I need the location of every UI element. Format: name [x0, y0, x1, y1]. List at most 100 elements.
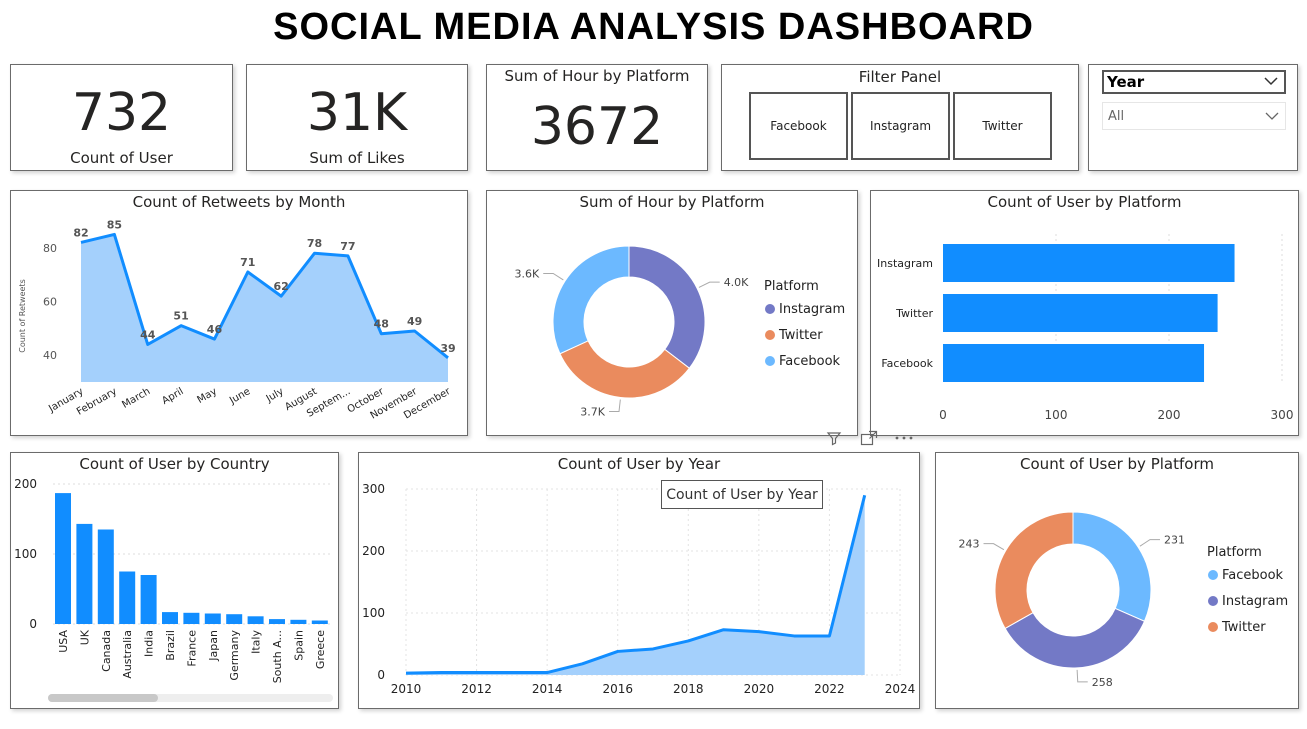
data-label: 62 — [274, 280, 289, 293]
pie-slice-facebook — [552, 245, 630, 355]
x-tick-label: France — [185, 630, 198, 667]
x-tick-label: South A... — [271, 630, 284, 683]
kpi-hours-label: Sum of Hour by Platform — [504, 67, 690, 85]
filter-button-facebook[interactable]: Facebook — [749, 92, 848, 160]
chevron-down-icon — [1265, 112, 1279, 120]
tooltip: Count of User by Year — [661, 480, 823, 509]
filter-button-instagram[interactable]: Instagram — [851, 92, 950, 160]
users-by-country-chart: 0 100 200 USA UK Canada Australia India Brazil Fr… — [14, 477, 333, 702]
legend-marker-twitter — [765, 330, 775, 340]
y-tick-label: 100 — [14, 547, 37, 561]
kpi-likes-label: Sum of Likes — [309, 149, 405, 167]
kpi-card-users[interactable]: 732 Count of User — [10, 64, 233, 171]
x-tick-label: India — [143, 630, 156, 657]
y-tick-label: 0 — [377, 668, 385, 682]
kpi-card-hours[interactable]: Sum of Hour by Platform 3672 — [486, 64, 708, 171]
y-tick-label: 40 — [43, 349, 57, 362]
y-tick-label: 80 — [43, 242, 57, 255]
y-tick-label: Facebook — [881, 357, 933, 370]
pie-slice-facebook — [1072, 511, 1152, 622]
x-tick-label: June — [227, 386, 252, 407]
chart-card-users-by-year: Count of User by Year 2010 2012 2014 2016 20… — [358, 452, 920, 709]
x-tick-label: Germany — [228, 630, 241, 681]
filter-button-twitter[interactable]: Twitter — [953, 92, 1052, 160]
hour-by-platform-chart: 4.0K 3.7K 3.6K Platform Instagram Twitter Face… — [515, 245, 845, 418]
data-label: 231 — [1164, 534, 1185, 547]
legend-marker-instagram — [765, 304, 775, 314]
leader-line — [1076, 669, 1088, 683]
legend-entry: Facebook — [1222, 568, 1284, 583]
legend-title: Platform — [1207, 545, 1262, 560]
chart-card-retweets-by-month: Count of Retweets by Month Count of Retw… — [10, 190, 468, 436]
x-tick-label: May — [196, 386, 219, 406]
kpi-likes-value: 31K — [306, 83, 408, 143]
dashboard-title: SOCIAL MEDIA ANALYSIS DASHBOARD — [273, 6, 1034, 48]
bar — [290, 619, 307, 624]
x-tick-label: 2022 — [814, 682, 845, 696]
leader-line — [1139, 539, 1160, 547]
year-slicer-dropdown[interactable]: All — [1102, 102, 1286, 130]
kpi-hours-value: 3672 — [530, 97, 664, 157]
x-tick-label: 2018 — [673, 682, 704, 696]
data-label: 77 — [340, 240, 355, 253]
filter-icon[interactable] — [826, 430, 842, 446]
bar — [162, 612, 178, 624]
x-tick-label: April — [160, 386, 185, 407]
legend-entry: Instagram — [779, 302, 845, 317]
data-label: 4.0K — [724, 276, 749, 289]
data-label: 51 — [173, 310, 188, 323]
chart-card-users-by-platform-bar: Count of User by Platform 0 100 200 300 Inst… — [870, 190, 1299, 436]
kpi-card-likes[interactable]: 31K Sum of Likes — [246, 64, 468, 171]
y-axis-label: Count of Retweets — [18, 279, 27, 353]
legend-marker-facebook — [765, 356, 775, 366]
users-by-platform-bar-chart: 0 100 200 300 Instagram Twitter Facebook — [877, 234, 1294, 422]
bar — [204, 613, 221, 624]
bar — [183, 612, 200, 624]
bar — [269, 619, 285, 624]
legend-entry: Facebook — [779, 354, 841, 369]
x-tick-label: Brazil — [164, 630, 177, 661]
x-tick-label: 2024 — [885, 682, 916, 696]
bar — [247, 616, 264, 624]
legend-entry: Instagram — [1222, 594, 1288, 609]
data-label: 71 — [240, 256, 255, 269]
legend-marker-instagram — [1208, 596, 1218, 606]
data-label: 49 — [407, 315, 422, 328]
bar — [119, 571, 136, 624]
kpi-users-value: 732 — [71, 83, 172, 143]
x-tick-label: 100 — [1045, 408, 1068, 422]
y-tick-label: 300 — [362, 482, 385, 496]
data-label: 82 — [73, 226, 88, 239]
data-label: 85 — [107, 218, 122, 231]
year-slicer-header[interactable]: Year — [1102, 70, 1286, 94]
x-tick-label: 200 — [1158, 408, 1181, 422]
x-tick-label: UK — [78, 629, 91, 645]
legend-entry: Twitter — [1221, 620, 1266, 635]
y-tick-label: 100 — [362, 606, 385, 620]
x-tick-label: USA — [57, 630, 70, 653]
chevron-down-icon — [1264, 77, 1278, 86]
data-label: 243 — [959, 538, 980, 551]
chart-card-hour-by-platform: Sum of Hour by Platform 4.0K 3.7K 3.6K Plat… — [486, 190, 858, 436]
more-options-icon[interactable] — [894, 430, 914, 446]
filter-panel-title: Filter Panel — [858, 68, 942, 86]
users-by-year-chart: 2010 2012 2014 2016 2018 2020 2022 2024 0 100 200 3… — [362, 482, 916, 696]
y-tick-label: 0 — [29, 617, 37, 631]
x-tick-label: Japan — [207, 630, 220, 662]
x-tick-label: 300 — [1271, 408, 1294, 422]
leader-line — [698, 281, 720, 288]
area-fill — [406, 495, 865, 675]
x-tick-label: 2010 — [391, 682, 422, 696]
x-tick-label: 2012 — [461, 682, 492, 696]
legend-entry: Twitter — [778, 328, 823, 343]
data-label: 48 — [374, 318, 389, 331]
focus-mode-icon[interactable] — [860, 430, 878, 446]
pie-slice-instagram — [1004, 607, 1146, 669]
x-tick-label: 2014 — [532, 682, 563, 696]
x-tick-label: Italy — [250, 630, 263, 654]
data-label: 46 — [207, 323, 223, 336]
x-tick-label: Greece — [314, 630, 327, 669]
chart-card-users-by-platform-pie: Count of User by Platform 231 258 243 Platf… — [935, 452, 1299, 709]
y-tick-label: 200 — [14, 477, 37, 491]
leader-line — [983, 543, 1005, 551]
